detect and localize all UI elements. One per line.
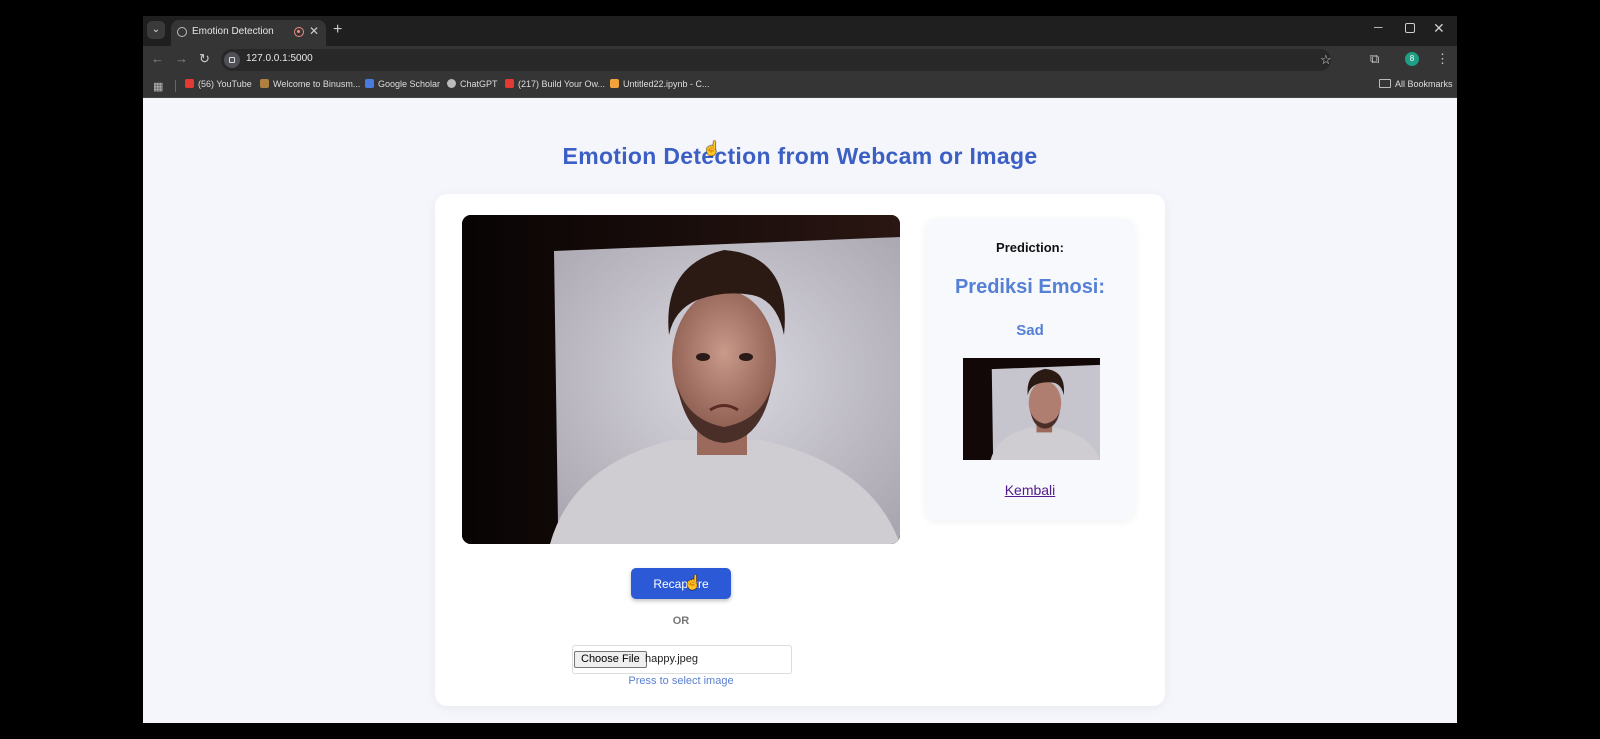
tab-title: Emotion Detection [192,26,274,37]
choose-file-button[interactable]: Choose File [574,651,647,668]
bookmark-item[interactable]: (56) YouTube [185,79,252,89]
profile-avatar[interactable]: 8 [1405,52,1419,66]
address-bar[interactable]: 127.0.0.1:5000 ☆ [221,49,1332,71]
recording-icon [294,27,304,37]
prediction-label: Prediction: [996,240,1064,255]
bookmark-item[interactable]: Untitled22.ipynb - C... [610,79,710,89]
file-hint: Press to select image [628,675,734,687]
bookmarks-bar: ▦ (56) YouTube Welcome to Binusm... Goog… [143,74,1457,98]
all-bookmarks-label: All Bookmarks [1395,79,1453,89]
bookmark-label: (217) Build Your Ow... [518,79,606,89]
back-arrow-icon[interactable]: ← [151,51,164,66]
apps-grid-icon[interactable]: ▦ [153,80,163,93]
youtube-icon [185,79,194,88]
bookmark-label: Welcome to Binusm... [273,79,361,89]
bookmark-label: (56) YouTube [198,79,252,89]
restore-icon[interactable] [1405,23,1415,33]
scholar-icon [365,79,374,88]
page-title: Emotion Detection from Webcam or Image [562,143,1038,169]
browser-toolbar: ← → ↻ 127.0.0.1:5000 ☆ ⧉ 8 ⋮ [143,46,1457,74]
page-content: Emotion Detection from Webcam or Image R… [143,98,1457,723]
mouse-cursor-icon: ☝ [684,574,702,590]
mouse-cursor-icon: ☝ [703,140,721,156]
bookmark-item[interactable]: ChatGPT [447,79,498,89]
or-divider-label: OR [672,615,690,627]
kembali-link[interactable]: Kembali [925,482,1135,498]
main-card: Recapture OR Choose File happy.jpeg Pres… [435,194,1165,706]
folder-icon [1379,79,1391,88]
close-tab-icon[interactable]: ✕ [309,24,319,38]
prediction-heading: Prediksi Emosi: [954,276,1106,298]
webcam-frame [462,215,900,544]
url-text: 127.0.0.1:5000 [246,53,313,64]
colab-icon [610,79,619,88]
new-tab-button[interactable]: + [333,21,342,39]
youtube-icon [505,79,514,88]
recapture-button[interactable]: Recapture [631,568,731,599]
bookmark-item[interactable]: Google Scholar [365,79,440,89]
file-input[interactable]: Choose File happy.jpeg [572,645,792,674]
extensions-icon[interactable]: ⧉ [1370,51,1379,67]
prediction-emotion: Sad [1016,322,1044,339]
all-bookmarks-button[interactable]: All Bookmarks [1379,79,1453,89]
captured-thumbnail [963,358,1100,460]
bookmark-divider [175,80,176,92]
minimize-icon[interactable]: ─ [1374,20,1383,34]
bookmark-item[interactable]: Welcome to Binusm... [260,79,360,89]
tab-emotion-detection[interactable]: Emotion Detection ✕ [171,20,326,46]
webcam-image [462,215,900,544]
bookmark-label: Untitled22.ipynb - C... [623,79,710,89]
window-close-icon[interactable]: ✕ [1433,20,1445,37]
reload-icon[interactable]: ↻ [199,51,210,67]
globe-icon [177,27,187,37]
selected-file-name: happy.jpeg [645,653,699,665]
thumbnail-image [963,358,1100,460]
browser-window: ⌄ Emotion Detection ✕ + ─ ✕ ← → ↻ 127.0.… [143,16,1457,723]
bookmark-star-icon[interactable]: ☆ [1320,52,1332,68]
chatgpt-icon [447,79,456,88]
prediction-card: Prediction: Prediksi Emosi: Sad Kembali [925,218,1135,520]
bookmark-label: ChatGPT [460,79,498,89]
site-info-icon[interactable] [224,52,240,68]
bookmark-label: Google Scholar [378,79,441,89]
tab-strip: ⌄ Emotion Detection ✕ + ─ ✕ [143,16,1457,46]
bookmark-item[interactable]: (217) Build Your Ow... [505,79,605,89]
tab-search-icon[interactable]: ⌄ [147,21,165,39]
binus-icon [260,79,269,88]
menu-dots-icon[interactable]: ⋮ [1436,51,1449,67]
forward-arrow-icon[interactable]: → [175,51,188,66]
